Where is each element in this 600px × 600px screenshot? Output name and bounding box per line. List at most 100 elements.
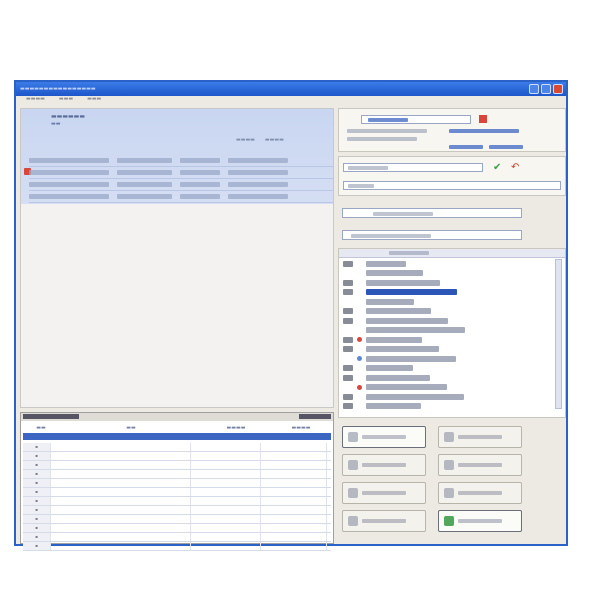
cell [261,461,327,469]
cell [180,158,220,163]
column-header[interactable]: ▬▬▬▬ [201,425,271,431]
checkmark-icon[interactable]: ✔ [493,162,501,173]
list-item[interactable] [343,354,553,363]
minimize-button[interactable] [529,84,539,94]
column-header[interactable]: ▬▬▬▬ [271,425,331,431]
list-item[interactable] [343,402,553,411]
table-row[interactable]: ▪ [23,533,331,542]
list-item[interactable] [343,297,553,306]
panel-subheading-blurred: ▬▬ [51,121,61,127]
action-button-6[interactable] [438,482,522,504]
table-row[interactable] [24,167,333,179]
grid-tab-2[interactable] [299,414,331,419]
list-item[interactable] [343,326,553,335]
action-button-7[interactable] [342,510,426,532]
list-item[interactable] [343,307,553,316]
cell [228,194,288,199]
cell [191,488,261,496]
table-row[interactable]: ▪ [23,443,331,452]
attribute-icon [343,374,353,381]
cell [261,470,327,478]
filter-select[interactable] [361,115,471,124]
cell [191,461,261,469]
action-icon [444,488,454,498]
table-row[interactable]: ▪ [23,542,331,551]
category-select[interactable] [342,208,522,218]
cell [191,506,261,514]
attribute-icon [343,260,353,267]
table-row[interactable]: ▪ [23,479,331,488]
table-row[interactable]: ▪ [23,515,331,524]
action-button-label [458,463,502,467]
table-row[interactable] [29,191,333,203]
attribute-icon [343,279,353,286]
cell [180,194,220,199]
column-header[interactable]: ▬▬▬▬ [265,137,284,143]
maximize-button[interactable] [541,84,551,94]
option-link[interactable] [449,129,519,133]
list-item[interactable] [343,288,553,297]
flag-icon[interactable] [479,115,487,123]
action-button-5[interactable] [342,482,426,504]
status-dot-icon [357,394,362,399]
option-link[interactable] [489,145,523,149]
undo-icon[interactable]: ↶ [511,162,519,173]
attribute-icon [343,393,353,400]
action-icon [444,460,454,470]
table-row[interactable]: ▪ [23,470,331,479]
action-button-3[interactable] [342,454,426,476]
list-item[interactable] [343,269,553,278]
row-number-cell: ▪ [23,461,51,469]
column-header[interactable]: ▬▬ [61,425,201,431]
close-button[interactable] [553,84,563,94]
list-item[interactable] [343,278,553,287]
cell [261,488,327,496]
cell [261,452,327,460]
column-header[interactable]: ▬▬ [21,425,61,431]
attribute-icon [343,289,353,295]
table-row[interactable]: ▪ [23,452,331,461]
action-button-label [362,463,406,467]
table-row[interactable]: ▪ [23,488,331,497]
menu-item-3[interactable]: ▬▬▬ [87,96,101,106]
list-item[interactable] [343,345,553,354]
cell [29,158,109,163]
action-button-4[interactable] [438,454,522,476]
table-row[interactable] [29,179,333,191]
action-button-2[interactable] [438,426,522,448]
action-icon [348,516,358,526]
grid-tab-1[interactable] [23,414,79,419]
status-dot-icon [357,261,362,266]
list-item[interactable] [343,364,553,373]
record-rows [24,155,333,203]
option-link[interactable] [449,145,483,149]
list-item[interactable] [343,392,553,401]
type-select[interactable] [342,230,522,240]
cell [261,479,327,487]
list-item[interactable] [343,259,553,268]
table-row[interactable]: ▪ [23,524,331,533]
list-item[interactable] [343,335,553,344]
table-row[interactable]: ▪ [23,506,331,515]
table-row[interactable]: ▪ [23,497,331,506]
category-select-value [373,212,433,216]
action-icon [348,460,358,470]
menu-item-2[interactable]: ▬▬▬ [59,96,73,106]
field-select-value [348,166,388,170]
text-field[interactable] [343,181,561,190]
cell [228,182,288,187]
list-item-label [366,393,464,400]
list-item-label [366,260,406,267]
field-select[interactable] [343,163,483,172]
table-row[interactable] [29,155,333,167]
list-scrollbar[interactable] [555,259,562,409]
action-button-8[interactable] [438,510,522,532]
action-button-1[interactable] [342,426,426,448]
list-item-label [366,336,422,343]
column-header[interactable]: ▬▬▬▬ [236,137,255,143]
table-row[interactable]: ▪ [23,461,331,470]
menu-item-1[interactable]: ▬▬▬▬ [26,96,45,106]
list-item[interactable] [343,383,553,392]
list-item[interactable] [343,316,553,325]
list-item[interactable] [343,373,553,382]
